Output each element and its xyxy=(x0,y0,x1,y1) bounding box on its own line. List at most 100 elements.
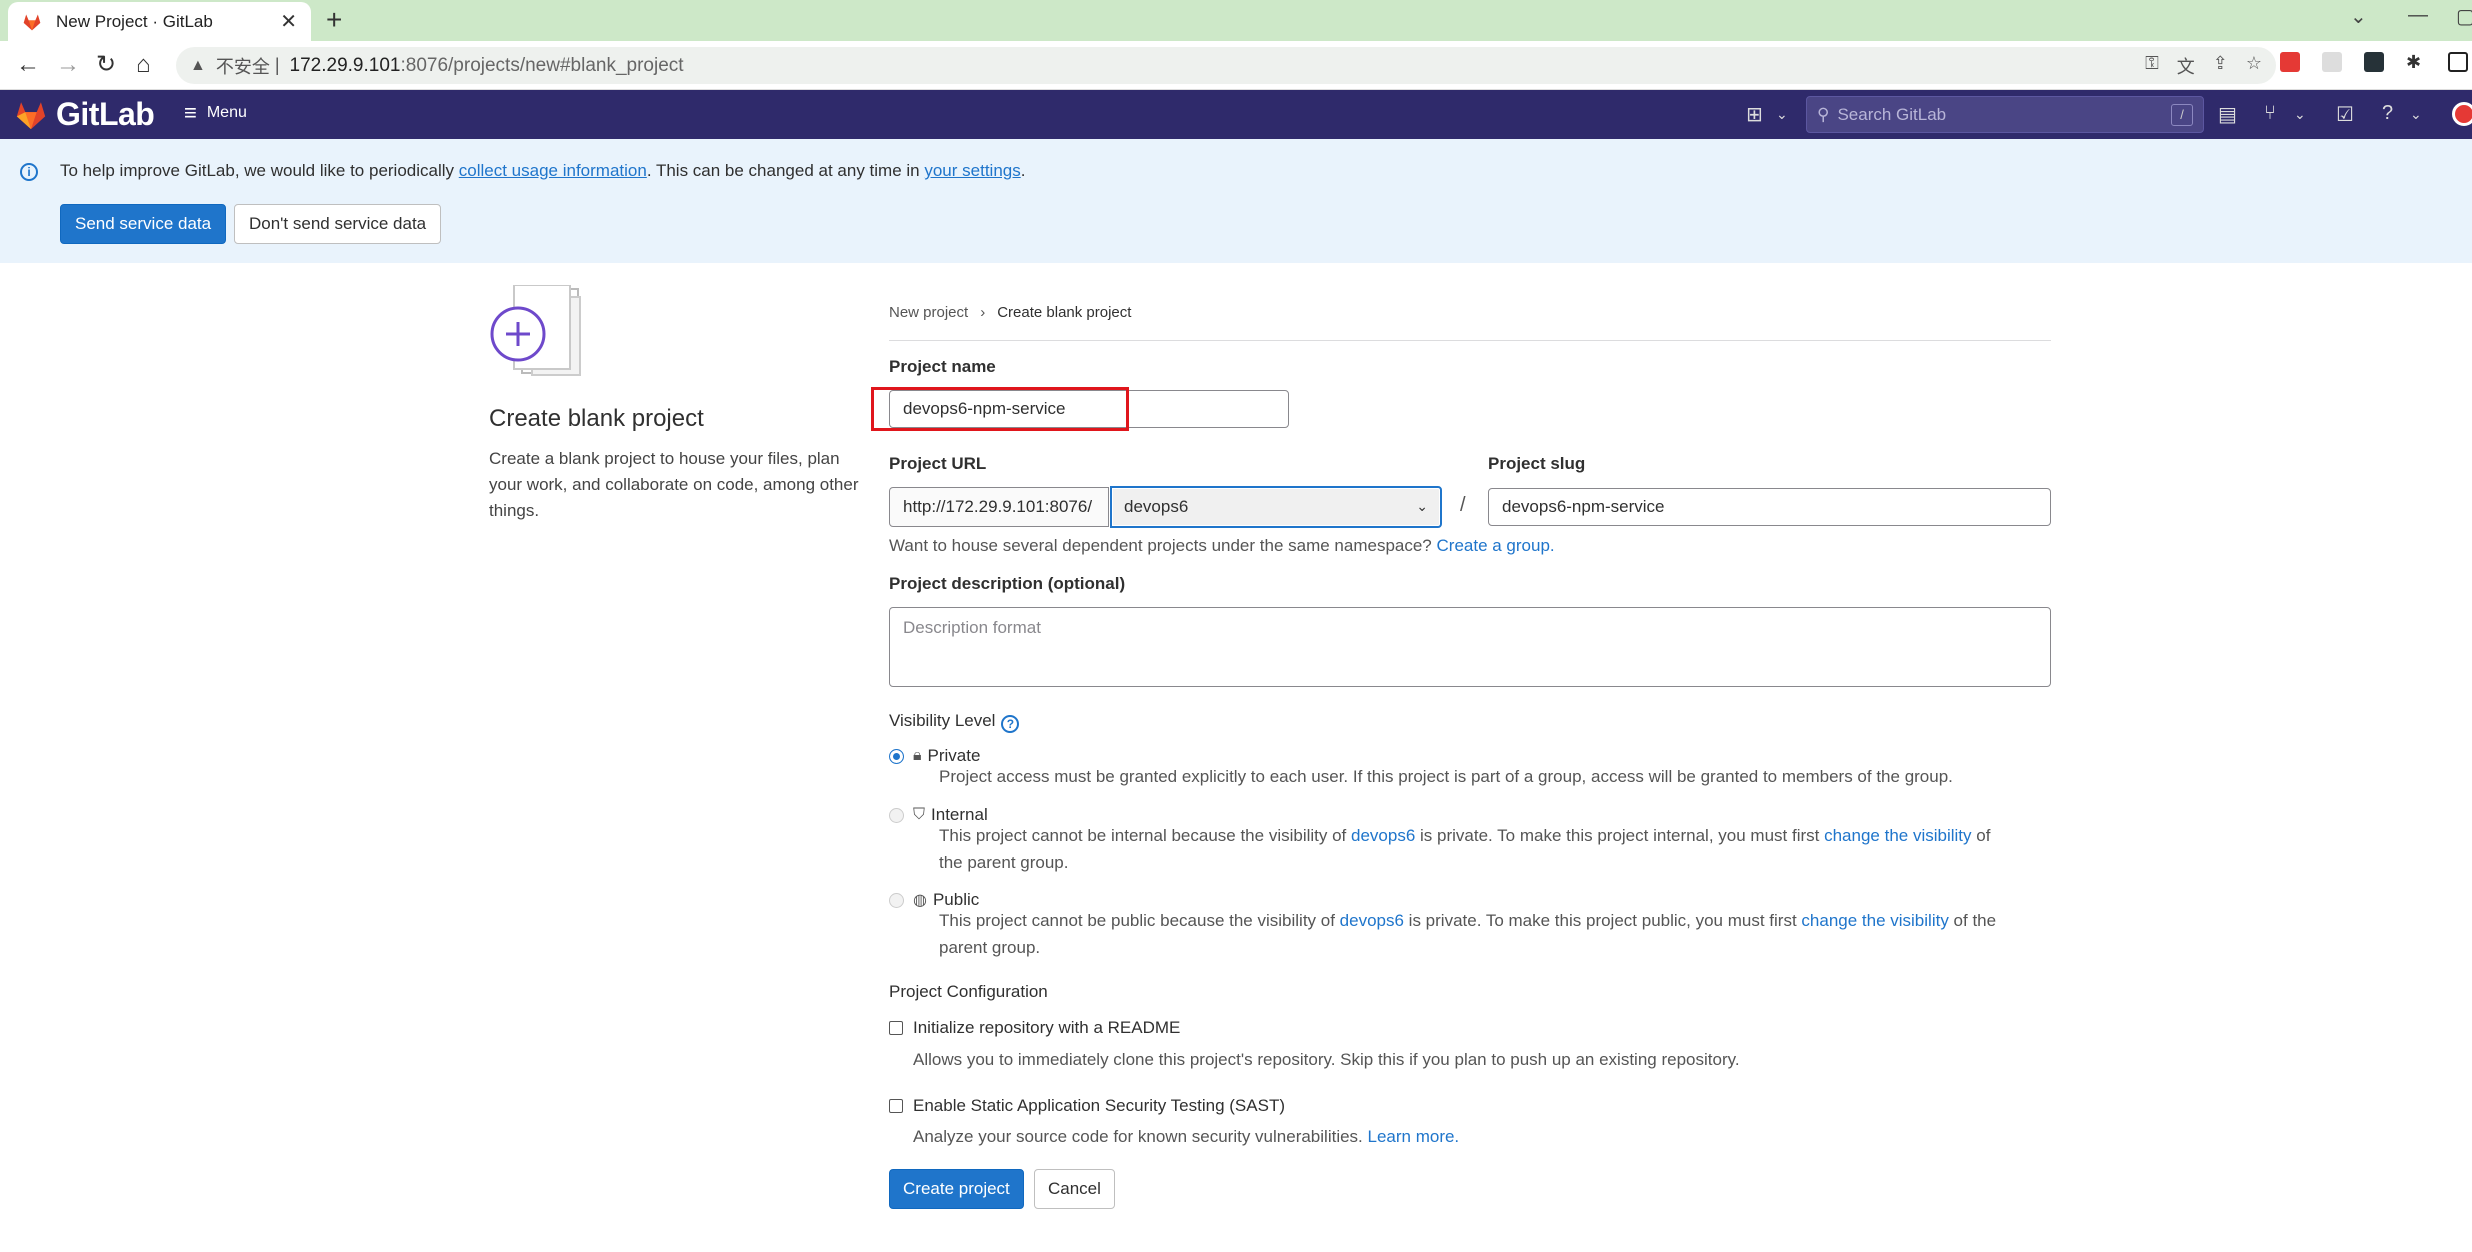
readme-label[interactable]: Initialize repository with a README xyxy=(913,1018,1180,1038)
namespace-select[interactable]: devops6 ⌄ xyxy=(1110,486,1442,528)
internal-desc-a: This project cannot be internal because … xyxy=(939,826,1352,845)
banner-text-1: To help improve GitLab, we would like to… xyxy=(60,161,459,180)
create-chevron-icon[interactable]: ⌄ xyxy=(1776,106,1788,123)
description-textarea[interactable]: Description format xyxy=(889,607,2051,687)
share-icon[interactable]: ⇪ xyxy=(2213,53,2228,79)
internal-desc-b: is private. To make this project interna… xyxy=(1415,826,1825,845)
url-slash-separator: / xyxy=(1460,494,1466,516)
menu-label: Menu xyxy=(206,104,247,121)
project-url-prefix: http://172.29.9.101:8076/ xyxy=(889,487,1109,527)
mr-chevron-icon[interactable]: ⌄ xyxy=(2294,106,2306,123)
banner-message: To help improve GitLab, we would like to… xyxy=(60,161,1025,181)
url-path: :8076/projects/new#blank_project xyxy=(400,54,684,76)
search-input[interactable]: ⚲ Search GitLab / xyxy=(1806,96,2204,133)
minimize-icon[interactable]: — xyxy=(2408,4,2428,27)
page-description: Create a blank project to house your fil… xyxy=(489,449,859,520)
extension-red-icon[interactable] xyxy=(2280,52,2300,72)
internal-devops6-link[interactable]: devops6 xyxy=(1351,826,1415,845)
back-icon[interactable]: ← xyxy=(16,51,40,79)
internal-desc-c: of xyxy=(1971,826,1991,845)
insecure-label: 不安全 xyxy=(215,56,270,77)
translate-icon[interactable]: 文 xyxy=(2177,53,2195,79)
readme-help: Allows you to immediately clone this pro… xyxy=(913,1050,1740,1069)
sast-help-text: Analyze your source code for known secur… xyxy=(913,1127,1368,1146)
merge-requests-icon[interactable]: ⑂ xyxy=(2264,102,2276,125)
search-icon: ⚲ xyxy=(1817,104,1830,124)
breadcrumb-divider xyxy=(889,340,2051,341)
url-divider: | xyxy=(269,55,280,75)
create-new-icon[interactable]: ⊞ xyxy=(1746,102,1763,127)
avatar[interactable] xyxy=(2452,102,2472,126)
issues-icon[interactable]: ▤ xyxy=(2218,102,2237,127)
tab-title: New Project · GitLab xyxy=(56,11,213,31)
public-desc-line2: parent group. xyxy=(939,938,1041,957)
visibility-label: Visibility Level? xyxy=(889,711,1020,733)
internal-change-visibility-link[interactable]: change the visibility xyxy=(1824,826,1971,845)
namespace-value: devops6 xyxy=(1124,497,1189,516)
info-icon: i xyxy=(20,163,38,181)
home-icon[interactable]: ⌂ xyxy=(136,51,151,79)
breadcrumb: New project › Create blank project xyxy=(889,304,1131,321)
breadcrumb-current: Create blank project xyxy=(997,304,1132,321)
warning-icon: ▲ xyxy=(190,56,206,74)
browser-tab[interactable]: New Project · GitLab ✕ xyxy=(8,2,311,41)
public-desc-c: of the xyxy=(1948,911,1997,930)
dont-send-service-data-button[interactable]: Don't send service data xyxy=(234,204,442,244)
gitlab-logo[interactable]: GitLab xyxy=(14,96,155,133)
sast-checkbox[interactable] xyxy=(889,1099,903,1113)
sast-label[interactable]: Enable Static Application Security Testi… xyxy=(913,1096,1285,1116)
close-tab-icon[interactable]: ✕ xyxy=(280,9,297,34)
visibility-internal-radio[interactable] xyxy=(889,808,904,823)
maximize-icon[interactable]: ▢ xyxy=(2456,4,2472,29)
menu-button[interactable]: ≡ Menu xyxy=(184,102,247,124)
page-title: Create blank project xyxy=(489,405,704,432)
project-slug-input[interactable]: devops6-npm-service xyxy=(1488,488,2051,526)
reload-icon[interactable]: ↻ xyxy=(96,51,116,79)
gitlab-favicon-icon xyxy=(23,14,41,30)
highlight-box xyxy=(871,387,1129,431)
browser-address-bar: ← → ↻ ⌂ ▲ 不安全 | 172.29.9.101:8076/projec… xyxy=(0,41,2472,90)
sast-learn-more-link[interactable]: Learn more. xyxy=(1368,1127,1460,1146)
help-chevron-icon[interactable]: ⌄ xyxy=(2410,106,2422,123)
todos-icon[interactable]: ☑ xyxy=(2336,102,2354,127)
visibility-public-radio[interactable] xyxy=(889,893,904,908)
hamburger-icon: ≡ xyxy=(184,100,197,125)
visibility-private-desc: Project access must be granted explicitl… xyxy=(939,767,1953,786)
search-placeholder: Search GitLab xyxy=(1837,104,1947,124)
visibility-label-text: Visibility Level xyxy=(889,711,996,730)
blank-project-illustration-icon xyxy=(490,285,581,376)
create-group-link[interactable]: Create a group. xyxy=(1437,536,1555,555)
public-desc-a: This project cannot be public because th… xyxy=(939,911,1340,930)
bookmark-star-icon[interactable]: ☆ xyxy=(2246,53,2262,79)
new-tab-icon[interactable]: + xyxy=(326,6,342,34)
public-devops6-link[interactable]: devops6 xyxy=(1340,911,1404,930)
your-settings-link[interactable]: your settings xyxy=(924,161,1020,180)
project-name-label: Project name xyxy=(889,357,996,376)
side-panel-icon[interactable] xyxy=(2448,52,2468,72)
project-configuration-label: Project Configuration xyxy=(889,982,1048,1001)
key-icon[interactable]: ⚿ xyxy=(2145,53,2159,79)
send-service-data-button[interactable]: Send service data xyxy=(60,204,227,244)
cancel-button[interactable]: Cancel xyxy=(1034,1169,1115,1209)
visibility-private-radio[interactable] xyxy=(889,749,904,764)
chevron-down-icon: ⌄ xyxy=(1416,498,1428,514)
browser-tab-strip: New Project · GitLab ✕ + ⌄ — ▢ xyxy=(0,0,2472,41)
url-field[interactable]: ▲ 不安全 | 172.29.9.101:8076/projects/new#b… xyxy=(176,47,2276,84)
visibility-help-icon[interactable]: ? xyxy=(1001,715,1020,733)
namespace-help-text: Want to house several dependent projects… xyxy=(889,536,1437,555)
shield-icon: ⛉ xyxy=(913,806,926,823)
public-change-visibility-link[interactable]: change the visibility xyxy=(1801,911,1948,930)
service-data-banner: i To help improve GitLab, we would like … xyxy=(0,139,2472,263)
breadcrumb-new-project[interactable]: New project xyxy=(889,304,968,321)
sast-help: Analyze your source code for known secur… xyxy=(913,1127,1459,1147)
tab-list-chevron-icon[interactable]: ⌄ xyxy=(2350,4,2367,29)
create-project-button[interactable]: Create project xyxy=(889,1169,1024,1209)
collect-usage-link[interactable]: collect usage information xyxy=(459,161,647,180)
extension-dark-icon[interactable] xyxy=(2364,52,2384,72)
help-icon[interactable]: ? xyxy=(2382,102,2393,125)
extension-gray-icon[interactable] xyxy=(2322,52,2342,72)
lock-icon: 🔒︎ xyxy=(913,747,922,764)
forward-icon[interactable]: → xyxy=(56,51,80,79)
puzzle-extensions-icon[interactable]: ✱ xyxy=(2406,52,2426,72)
readme-checkbox[interactable] xyxy=(889,1021,903,1035)
